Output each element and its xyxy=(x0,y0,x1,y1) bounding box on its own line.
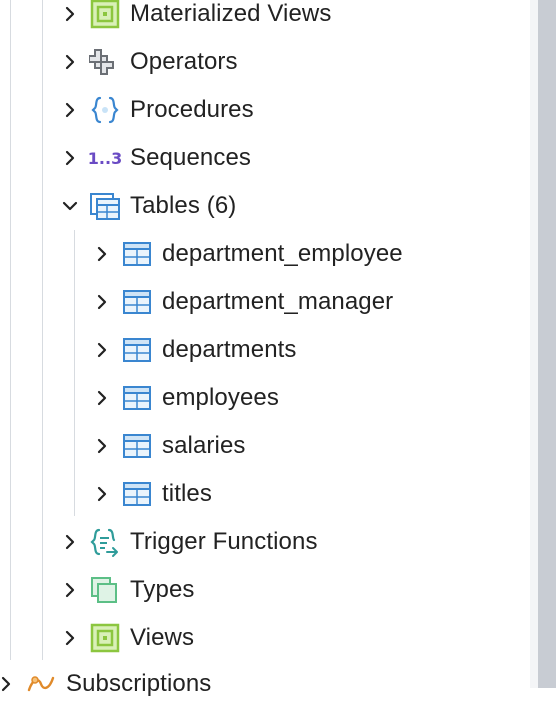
tree-item-label: department_manager xyxy=(162,288,394,315)
tree-guide-line xyxy=(10,0,11,660)
tree-item-label: titles xyxy=(162,480,212,507)
tree-item-label: Subscriptions xyxy=(66,670,212,697)
chevron-right-icon[interactable] xyxy=(0,672,18,696)
tree-item-label: departments xyxy=(162,336,297,363)
tree-item-table[interactable]: employees xyxy=(90,374,279,422)
tree-item-label: Views xyxy=(130,624,195,651)
trigger-function-icon xyxy=(88,525,122,559)
tree-item-types[interactable]: Types xyxy=(58,566,195,614)
procedure-icon xyxy=(88,93,122,127)
chevron-right-icon[interactable] xyxy=(90,482,114,506)
chevron-down-icon[interactable] xyxy=(58,194,82,218)
chevron-right-icon[interactable] xyxy=(58,50,82,74)
tree-item-table[interactable]: department_manager xyxy=(90,278,393,326)
tree-item-label: employees xyxy=(162,384,279,411)
tree-item-label: Sequences xyxy=(130,144,251,171)
chevron-right-icon[interactable] xyxy=(90,242,114,266)
tree-item-label: Trigger Functions xyxy=(130,528,318,555)
sequence-icon: 1..3 xyxy=(87,148,123,168)
table-icon xyxy=(120,477,154,511)
operator-icon xyxy=(88,45,122,79)
materialized-view-icon xyxy=(88,0,122,31)
tree-item-label: salaries xyxy=(162,432,246,459)
tree-item-label: Materialized Views xyxy=(130,0,332,27)
scrollbar-thumb[interactable] xyxy=(538,0,556,688)
chevron-right-icon[interactable] xyxy=(90,386,114,410)
chevron-right-icon[interactable] xyxy=(90,338,114,362)
tree-item-sequences[interactable]: 1..3 Sequences xyxy=(58,134,251,182)
tree-guide-line xyxy=(42,0,43,660)
tree-item-subscriptions[interactable]: Subscriptions xyxy=(0,660,211,708)
type-icon xyxy=(88,573,122,607)
chevron-right-icon[interactable] xyxy=(58,146,82,170)
vertical-scrollbar[interactable] xyxy=(530,0,556,688)
tree-item-label: Operators xyxy=(130,48,238,75)
tree-item-trigger-functions[interactable]: Trigger Functions xyxy=(58,518,318,566)
tree-item-label: Procedures xyxy=(130,96,254,123)
tree-item-procedures[interactable]: Procedures xyxy=(58,86,254,134)
tree-item-table[interactable]: departments xyxy=(90,326,297,374)
chevron-right-icon[interactable] xyxy=(58,98,82,122)
tree-item-label: Tables (6) xyxy=(130,192,237,219)
table-icon xyxy=(120,285,154,319)
table-icon xyxy=(120,429,154,463)
table-icon xyxy=(120,237,154,271)
tree-item-label: Types xyxy=(130,576,195,603)
chevron-right-icon[interactable] xyxy=(90,434,114,458)
tree-item-table[interactable]: salaries xyxy=(90,422,246,470)
tree-item-tables[interactable]: Tables (6) xyxy=(58,182,236,230)
view-icon xyxy=(88,621,122,655)
tree-guide-line xyxy=(74,230,75,516)
table-icon xyxy=(120,381,154,415)
tree-item-label: department_employee xyxy=(162,240,403,267)
tree-item-operators[interactable]: Operators xyxy=(58,38,238,86)
chevron-right-icon[interactable] xyxy=(58,530,82,554)
chevron-right-icon[interactable] xyxy=(58,626,82,650)
chevron-right-icon[interactable] xyxy=(58,578,82,602)
subscriptions-icon xyxy=(24,667,58,701)
table-icon xyxy=(120,333,154,367)
tree-item-table[interactable]: department_employee xyxy=(90,230,403,278)
tree-item-materialized-views[interactable]: Materialized Views xyxy=(58,0,331,38)
chevron-right-icon[interactable] xyxy=(90,290,114,314)
tree-item-table[interactable]: titles xyxy=(90,470,212,518)
tree-item-views[interactable]: Views xyxy=(58,614,194,662)
tables-icon xyxy=(88,189,122,223)
chevron-right-icon[interactable] xyxy=(58,2,82,26)
